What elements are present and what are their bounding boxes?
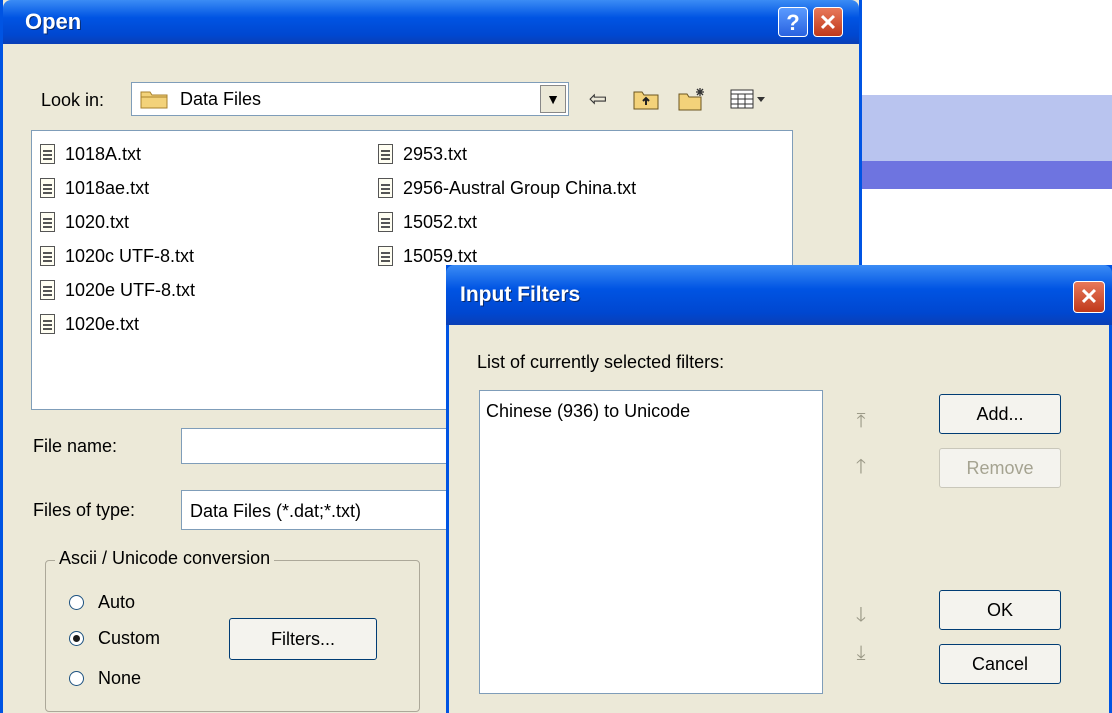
move-bottom-icon[interactable]: ⤓: [849, 642, 873, 665]
text-file-icon: [378, 212, 393, 233]
filetype-label: Files of type:: [33, 500, 136, 520]
filters-titlebar[interactable]: Input Filters ✕: [446, 265, 1112, 325]
radio-none-label: None: [98, 668, 142, 688]
help-button[interactable]: ?: [778, 7, 808, 37]
conversion-group-title: Ascii / Unicode conversion: [55, 548, 275, 569]
open-titlebar[interactable]: Open ? ✕: [3, 0, 859, 44]
file-item[interactable]: 1018A.txt: [40, 143, 141, 169]
text-file-icon: [40, 280, 55, 301]
background-window-band: [860, 95, 1112, 161]
file-item[interactable]: 2953.txt: [378, 143, 467, 169]
radio-custom[interactable]: Custom: [69, 628, 160, 649]
file-item[interactable]: 1020c UTF-8.txt: [40, 245, 194, 271]
radio-auto-label: Auto: [98, 592, 136, 612]
text-file-icon: [40, 246, 55, 267]
ok-button[interactable]: OK: [939, 590, 1061, 630]
close-icon[interactable]: ✕: [1073, 281, 1105, 313]
filters-title: Input Filters: [460, 283, 581, 306]
filetype-value: Data Files (*.dat;*.txt): [190, 501, 362, 521]
radio-custom-label: Custom: [98, 628, 161, 648]
add-button[interactable]: Add...: [939, 394, 1061, 434]
radio-custom-dot[interactable]: [69, 631, 84, 646]
file-item[interactable]: 1020e UTF-8.txt: [40, 279, 195, 305]
move-down-icon[interactable]: 🡓: [849, 600, 873, 634]
radio-none[interactable]: None: [69, 668, 141, 689]
move-up-icon[interactable]: 🡑: [849, 452, 873, 486]
open-title: Open: [25, 9, 82, 34]
file-item[interactable]: 1020e.txt: [40, 313, 139, 339]
cancel-button[interactable]: Cancel: [939, 644, 1061, 684]
filters-list-label: List of currently selected filters:: [477, 352, 725, 372]
text-file-icon: [40, 314, 55, 335]
radio-none-dot[interactable]: [69, 671, 84, 686]
lookin-label: Look in:: [41, 90, 105, 110]
remove-button[interactable]: Remove: [939, 448, 1061, 488]
folder-icon: [140, 91, 168, 109]
filename-label: File name:: [33, 436, 118, 456]
filters-button[interactable]: Filters...: [229, 618, 377, 660]
back-arrow-icon[interactable]: ⇦: [583, 84, 613, 114]
lookin-combo[interactable]: Data Files ▼: [131, 82, 569, 116]
text-file-icon: [378, 144, 393, 165]
file-item[interactable]: 1020.txt: [40, 211, 129, 237]
lookin-value: Data Files: [180, 89, 262, 109]
text-file-icon: [40, 178, 55, 199]
up-folder-icon[interactable]: [631, 84, 661, 114]
list-item[interactable]: Chinese (936) to Unicode: [486, 401, 690, 422]
file-item[interactable]: 15052.txt: [378, 211, 477, 237]
text-file-icon: [378, 246, 393, 267]
radio-auto-dot[interactable]: [69, 595, 84, 610]
radio-auto[interactable]: Auto: [69, 592, 135, 613]
file-item[interactable]: 2956-Austral Group China.txt: [378, 177, 636, 203]
background-window-bar: [860, 161, 1112, 189]
move-top-icon[interactable]: ⤒: [849, 410, 873, 433]
close-button[interactable]: ✕: [813, 7, 843, 37]
view-menu-icon[interactable]: [727, 84, 769, 114]
text-file-icon: [40, 212, 55, 233]
filter-list[interactable]: Chinese (936) to Unicode: [479, 390, 823, 694]
text-file-icon: [378, 178, 393, 199]
input-filters-dialog: Input Filters ✕ List of currently select…: [446, 265, 1112, 713]
chevron-down-icon[interactable]: ▼: [540, 85, 566, 113]
file-item[interactable]: 1018ae.txt: [40, 177, 149, 203]
new-folder-icon[interactable]: [677, 84, 707, 114]
text-file-icon: [40, 144, 55, 165]
